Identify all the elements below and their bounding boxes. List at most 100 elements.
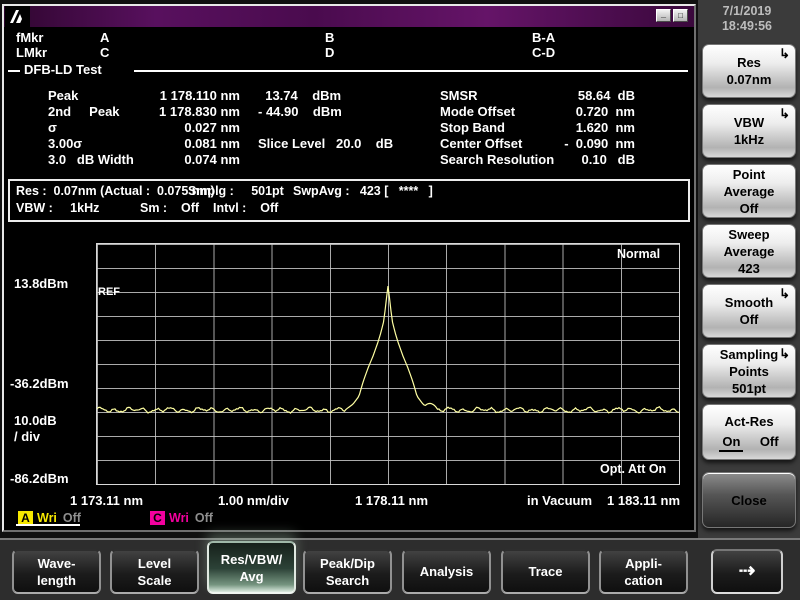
toggle-on-option[interactable]: On bbox=[719, 433, 744, 452]
submenu-arrow-icon: ↳ bbox=[779, 106, 790, 121]
datetime: 7/1/2019 18:49:56 bbox=[700, 4, 794, 34]
status-intvl: Intvl : Off bbox=[213, 201, 279, 215]
menu-label: Appli- bbox=[625, 555, 662, 571]
smooth-button[interactable]: ↳ Smooth Off bbox=[702, 284, 796, 338]
menu-wavelength[interactable]: Wave-length bbox=[12, 549, 101, 594]
menu-label: Trace bbox=[528, 564, 563, 579]
point-average-button[interactable]: Point Average Off bbox=[702, 164, 796, 218]
menu-res-vbw-avg[interactable]: Res/VBW/Avg bbox=[207, 541, 296, 594]
minimize-button[interactable]: _ bbox=[656, 9, 671, 22]
measurement-value: 1 178.830 nm bbox=[159, 104, 240, 119]
osa-screen: _ □ fMkr A B B-A LMkr C D C-D DFB-LD Tes… bbox=[0, 0, 800, 600]
measurement-value: 0.10 dB bbox=[581, 152, 635, 167]
time-label: 18:49:56 bbox=[721, 19, 773, 33]
close-button[interactable]: Close bbox=[702, 472, 796, 528]
spectrum-plot bbox=[96, 243, 680, 485]
menu-more-arrow[interactable]: ⇢ bbox=[711, 549, 783, 594]
sampling-points-button[interactable]: ↳ Sampling Points 501pt bbox=[702, 344, 796, 398]
status-smplg: Smplg : 501pt bbox=[188, 184, 284, 198]
res-button[interactable]: ↳ Res 0.07nm bbox=[702, 44, 796, 98]
act-res-toggle[interactable]: Act-Res On Off bbox=[702, 404, 796, 460]
lmkr-label: LMkr bbox=[16, 45, 48, 60]
status-vbw: VBW : 1kHz bbox=[16, 201, 100, 215]
sweep-average-button[interactable]: Sweep Average 423 bbox=[702, 224, 796, 278]
measurement-label: Stop Band bbox=[440, 120, 505, 135]
measurement-label: Peak bbox=[48, 88, 79, 103]
submenu-arrow-icon: ↳ bbox=[779, 286, 790, 301]
submenu-arrow-icon: ↳ bbox=[779, 346, 790, 361]
trace-mode-label: Normal bbox=[617, 247, 661, 261]
test-name-rule-left bbox=[8, 70, 20, 72]
button-label: 0.07nm bbox=[726, 72, 772, 87]
measurement-value: 0.074 nm bbox=[184, 152, 240, 167]
menu-label: cation bbox=[624, 572, 663, 588]
button-label: Off bbox=[739, 312, 759, 327]
measurement-label: 3.00σ bbox=[48, 136, 83, 151]
status-sm: Sm : Off bbox=[140, 201, 200, 215]
measurement-extra: 13.74 dBm bbox=[258, 88, 342, 103]
measurement-value: 0.720 nm bbox=[575, 104, 635, 119]
menu-peak-dip-search[interactable]: Peak/Dip Search bbox=[303, 549, 392, 594]
menu-application[interactable]: Appli-cation bbox=[599, 549, 688, 594]
active-trace-underline bbox=[16, 524, 80, 526]
y-scale-label-2: / div bbox=[14, 429, 41, 444]
titlebar bbox=[4, 6, 694, 27]
button-label: 501pt bbox=[732, 380, 766, 396]
status-box: Res : 0.07nm (Actual : 0.075 nm) Smplg :… bbox=[8, 179, 690, 222]
menu-analysis[interactable]: Analysis bbox=[402, 549, 491, 594]
measurement-extra: Slice Level 20.0 dB bbox=[258, 136, 394, 151]
trace-a-curve bbox=[97, 286, 679, 414]
menu-label: Analysis bbox=[419, 564, 474, 579]
button-label: 1kHz bbox=[733, 132, 765, 147]
marker-cd-label: C-D bbox=[532, 45, 556, 60]
measurement-label: SMSR bbox=[440, 88, 478, 103]
menu-label: Level bbox=[137, 555, 172, 571]
measurement-value: 58.64 dB bbox=[577, 88, 635, 103]
trace-c-indicator[interactable]: C Wri Off bbox=[150, 511, 213, 525]
toggle-row: On Off bbox=[703, 433, 795, 452]
date-label: 7/1/2019 bbox=[722, 4, 772, 18]
anritsu-logo-icon bbox=[10, 10, 22, 23]
marker-c-label: C bbox=[100, 45, 110, 60]
measurement-value: - 0.090 nm bbox=[564, 136, 635, 151]
x-center-label: 1 178.11 nm bbox=[355, 493, 428, 508]
marker-a-label: A bbox=[100, 30, 110, 45]
test-name: DFB-LD Test bbox=[24, 62, 102, 77]
button-label: Point bbox=[732, 166, 766, 182]
vbw-button[interactable]: ↳ VBW 1kHz bbox=[702, 104, 796, 158]
y-mid-label: -36.2dBm bbox=[10, 376, 69, 391]
marker-ba-label: B-A bbox=[532, 30, 556, 45]
measurement-value: 0.081 nm bbox=[184, 136, 240, 151]
status-swpavg: SwpAvg : 423 [ **** ] bbox=[293, 184, 433, 198]
measurement-extra: - 44.90 dBm bbox=[258, 104, 342, 119]
x-left-label: 1 173.11 nm bbox=[70, 493, 143, 508]
submenu-arrow-icon: ↳ bbox=[779, 46, 790, 61]
toggle-off-option[interactable]: Off bbox=[760, 433, 779, 452]
button-label: Sweep bbox=[728, 226, 770, 242]
menu-label: Peak/Dip bbox=[320, 555, 375, 571]
maximize-button[interactable]: □ bbox=[673, 9, 688, 22]
menu-level-scale[interactable]: Level Scale bbox=[110, 549, 199, 594]
y-ref-label: 13.8dBm bbox=[14, 276, 69, 291]
trace-key-badge: A bbox=[18, 511, 33, 525]
y-bottom-label: -86.2dBm bbox=[10, 471, 69, 486]
button-label: Close bbox=[731, 492, 767, 508]
measurement-value: 0.027 nm bbox=[184, 120, 240, 135]
button-label: Off bbox=[739, 200, 759, 216]
menu-trace[interactable]: Trace bbox=[501, 549, 590, 594]
button-label: Average bbox=[723, 183, 775, 199]
x-right-label: 1 183.11 nm bbox=[607, 493, 680, 508]
x-scale-label: 1.00 nm/div bbox=[218, 493, 289, 508]
trace-state-text: Off bbox=[194, 511, 213, 525]
more-arrow-icon: ⇢ bbox=[738, 560, 756, 582]
ref-line-label: REF bbox=[98, 286, 120, 298]
trace-a-indicator[interactable]: A Wri Off bbox=[18, 511, 81, 525]
opt-att-label: Opt. Att On bbox=[600, 462, 667, 476]
marker-d-label: D bbox=[325, 45, 335, 60]
menu-label: Scale bbox=[137, 572, 172, 588]
measurement-value: 1 178.110 nm bbox=[159, 88, 240, 103]
menu-label: Res/VBW/ bbox=[220, 551, 283, 567]
trace-key-badge: C bbox=[150, 511, 165, 525]
button-label: Points bbox=[729, 363, 769, 379]
anritsu-logo bbox=[5, 6, 30, 27]
